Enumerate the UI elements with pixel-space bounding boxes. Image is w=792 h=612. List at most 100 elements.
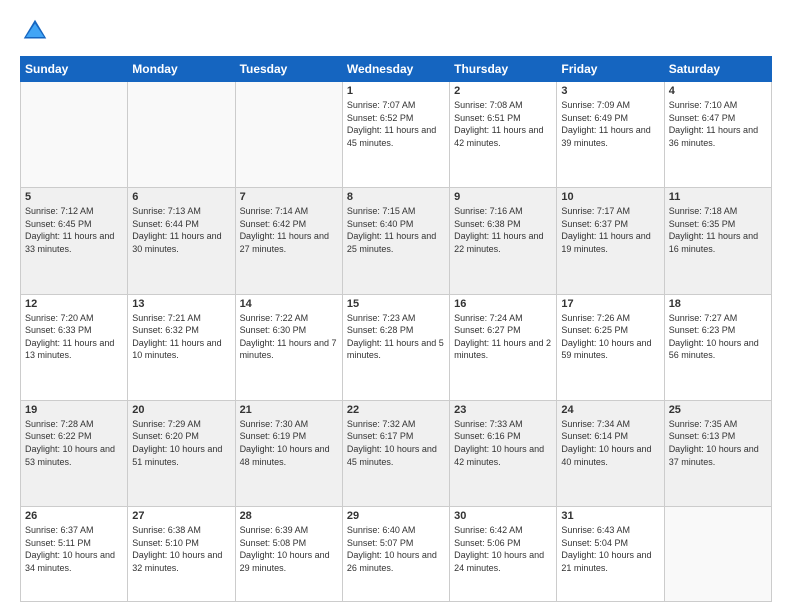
day-info: Sunrise: 7:16 AM Sunset: 6:38 PM Dayligh… — [454, 205, 552, 255]
calendar-cell: 21 Sunrise: 7:30 AM Sunset: 6:19 PM Dayli… — [235, 400, 342, 506]
calendar-cell: 11 Sunrise: 7:18 AM Sunset: 6:35 PM Dayli… — [664, 188, 771, 294]
day-info: Sunrise: 7:13 AM Sunset: 6:44 PM Dayligh… — [132, 205, 230, 255]
day-info: Sunrise: 7:17 AM Sunset: 6:37 PM Dayligh… — [561, 205, 659, 255]
weekday-header-thursday: Thursday — [450, 57, 557, 82]
day-number: 2 — [454, 85, 552, 97]
weekday-header-friday: Friday — [557, 57, 664, 82]
calendar-cell: 23 Sunrise: 7:33 AM Sunset: 6:16 PM Dayli… — [450, 400, 557, 506]
calendar-cell: 18 Sunrise: 7:27 AM Sunset: 6:23 PM Dayli… — [664, 294, 771, 400]
calendar-cell: 12 Sunrise: 7:20 AM Sunset: 6:33 PM Dayli… — [21, 294, 128, 400]
calendar-cell: 28 Sunrise: 6:39 AM Sunset: 5:08 PM Dayli… — [235, 507, 342, 602]
day-info: Sunrise: 7:30 AM Sunset: 6:19 PM Dayligh… — [240, 418, 338, 468]
day-info: Sunrise: 7:12 AM Sunset: 6:45 PM Dayligh… — [25, 205, 123, 255]
day-info: Sunrise: 6:43 AM Sunset: 5:04 PM Dayligh… — [561, 524, 659, 574]
calendar-week-4: 19Sunrise: 7:28 AM Sunset: 6:22 PM Dayli… — [21, 400, 772, 506]
calendar-week-5: 26 Sunrise: 6:37 AM Sunset: 5:11 PM Dayli… — [21, 507, 772, 602]
day-number: 23 — [454, 404, 552, 416]
calendar-cell: 8 Sunrise: 7:15 AM Sunset: 6:40 PM Daylig… — [342, 188, 449, 294]
weekday-header-tuesday: Tuesday — [235, 57, 342, 82]
calendar-cell: 14 Sunrise: 7:22 AM Sunset: 6:30 PM Dayli… — [235, 294, 342, 400]
calendar-cell: 19Sunrise: 7:28 AM Sunset: 6:22 PM Dayli… — [21, 400, 128, 506]
day-info: Sunrise: 6:39 AM Sunset: 5:08 PM Dayligh… — [240, 524, 338, 574]
weekday-header-wednesday: Wednesday — [342, 57, 449, 82]
day-number: 14 — [240, 298, 338, 310]
day-number: 18 — [669, 298, 767, 310]
day-number: 9 — [454, 191, 552, 203]
day-info: Sunrise: 7:22 AM Sunset: 6:30 PM Dayligh… — [240, 312, 338, 362]
calendar-cell: 15 Sunrise: 7:23 AM Sunset: 6:28 PM Dayli… — [342, 294, 449, 400]
day-number: 26 — [25, 510, 123, 522]
calendar-cell: 7 Sunrise: 7:14 AM Sunset: 6:42 PM Daylig… — [235, 188, 342, 294]
weekday-header-saturday: Saturday — [664, 57, 771, 82]
calendar-cell: 22 Sunrise: 7:32 AM Sunset: 6:17 PM Dayli… — [342, 400, 449, 506]
calendar-week-2: 5 Sunrise: 7:12 AM Sunset: 6:45 PM Daylig… — [21, 188, 772, 294]
day-number: 29 — [347, 510, 445, 522]
day-number: 21 — [240, 404, 338, 416]
day-number: 11 — [669, 191, 767, 203]
calendar-cell: 1Sunrise: 7:07 AM Sunset: 6:52 PM Daylig… — [342, 82, 449, 188]
day-number: 15 — [347, 298, 445, 310]
calendar-cell: 10 Sunrise: 7:17 AM Sunset: 6:37 PM Dayli… — [557, 188, 664, 294]
logo-icon — [20, 16, 50, 46]
day-number: 13 — [132, 298, 230, 310]
day-number: 12 — [25, 298, 123, 310]
calendar-cell: 16 Sunrise: 7:24 AM Sunset: 6:27 PM Dayli… — [450, 294, 557, 400]
calendar-cell: 13 Sunrise: 7:21 AM Sunset: 6:32 PM Dayli… — [128, 294, 235, 400]
calendar-cell — [664, 507, 771, 602]
day-info: Sunrise: 7:15 AM Sunset: 6:40 PM Dayligh… — [347, 205, 445, 255]
day-number: 25 — [669, 404, 767, 416]
day-info: Sunrise: 6:37 AM Sunset: 5:11 PM Dayligh… — [25, 524, 123, 574]
day-number: 20 — [132, 404, 230, 416]
day-info: Sunrise: 6:40 AM Sunset: 5:07 PM Dayligh… — [347, 524, 445, 574]
day-info: Sunrise: 7:27 AM Sunset: 6:23 PM Dayligh… — [669, 312, 767, 362]
day-info: Sunrise: 7:33 AM Sunset: 6:16 PM Dayligh… — [454, 418, 552, 468]
calendar-cell: 3 Sunrise: 7:09 AM Sunset: 6:49 PM Daylig… — [557, 82, 664, 188]
day-info: Sunrise: 7:20 AM Sunset: 6:33 PM Dayligh… — [25, 312, 123, 362]
day-number: 30 — [454, 510, 552, 522]
day-info: Sunrise: 7:34 AM Sunset: 6:14 PM Dayligh… — [561, 418, 659, 468]
day-info: Sunrise: 7:32 AM Sunset: 6:17 PM Dayligh… — [347, 418, 445, 468]
day-info: Sunrise: 7:14 AM Sunset: 6:42 PM Dayligh… — [240, 205, 338, 255]
day-number: 10 — [561, 191, 659, 203]
day-number: 27 — [132, 510, 230, 522]
day-info: Sunrise: 7:23 AM Sunset: 6:28 PM Dayligh… — [347, 312, 445, 362]
calendar-cell — [235, 82, 342, 188]
day-info: Sunrise: 7:09 AM Sunset: 6:49 PM Dayligh… — [561, 99, 659, 149]
calendar-cell: 2 Sunrise: 7:08 AM Sunset: 6:51 PM Daylig… — [450, 82, 557, 188]
calendar-cell — [128, 82, 235, 188]
day-number: 31 — [561, 510, 659, 522]
day-info: Sunrise: 6:42 AM Sunset: 5:06 PM Dayligh… — [454, 524, 552, 574]
calendar-cell: 26 Sunrise: 6:37 AM Sunset: 5:11 PM Dayli… — [21, 507, 128, 602]
day-info: Sunrise: 7:24 AM Sunset: 6:27 PM Dayligh… — [454, 312, 552, 362]
day-number: 1 — [347, 85, 445, 97]
day-number: 3 — [561, 85, 659, 97]
calendar-cell: 31 Sunrise: 6:43 AM Sunset: 5:04 PM Dayli… — [557, 507, 664, 602]
calendar-cell: 30 Sunrise: 6:42 AM Sunset: 5:06 PM Dayli… — [450, 507, 557, 602]
weekday-header-sunday: Sunday — [21, 57, 128, 82]
calendar-week-3: 12 Sunrise: 7:20 AM Sunset: 6:33 PM Dayli… — [21, 294, 772, 400]
header — [20, 16, 772, 46]
calendar-cell: 25Sunrise: 7:35 AM Sunset: 6:13 PM Dayli… — [664, 400, 771, 506]
day-number: 8 — [347, 191, 445, 203]
day-number: 28 — [240, 510, 338, 522]
day-info: Sunrise: 7:18 AM Sunset: 6:35 PM Dayligh… — [669, 205, 767, 255]
day-info: Sunrise: 7:21 AM Sunset: 6:32 PM Dayligh… — [132, 312, 230, 362]
calendar-cell: 9 Sunrise: 7:16 AM Sunset: 6:38 PM Daylig… — [450, 188, 557, 294]
calendar-cell: 27Sunrise: 6:38 AM Sunset: 5:10 PM Dayli… — [128, 507, 235, 602]
day-info: Sunrise: 7:29 AM Sunset: 6:20 PM Dayligh… — [132, 418, 230, 468]
calendar-cell: 29 Sunrise: 6:40 AM Sunset: 5:07 PM Dayli… — [342, 507, 449, 602]
calendar-header-row: SundayMondayTuesdayWednesdayThursdayFrid… — [21, 57, 772, 82]
day-info: Sunrise: 7:26 AM Sunset: 6:25 PM Dayligh… — [561, 312, 659, 362]
calendar-cell — [21, 82, 128, 188]
day-number: 5 — [25, 191, 123, 203]
calendar-week-1: 1Sunrise: 7:07 AM Sunset: 6:52 PM Daylig… — [21, 82, 772, 188]
calendar: SundayMondayTuesdayWednesdayThursdayFrid… — [20, 56, 772, 602]
weekday-header-monday: Monday — [128, 57, 235, 82]
page: SundayMondayTuesdayWednesdayThursdayFrid… — [0, 0, 792, 612]
day-number: 16 — [454, 298, 552, 310]
day-number: 22 — [347, 404, 445, 416]
day-number: 24 — [561, 404, 659, 416]
day-number: 19 — [25, 404, 123, 416]
day-number: 7 — [240, 191, 338, 203]
day-info: Sunrise: 7:08 AM Sunset: 6:51 PM Dayligh… — [454, 99, 552, 149]
